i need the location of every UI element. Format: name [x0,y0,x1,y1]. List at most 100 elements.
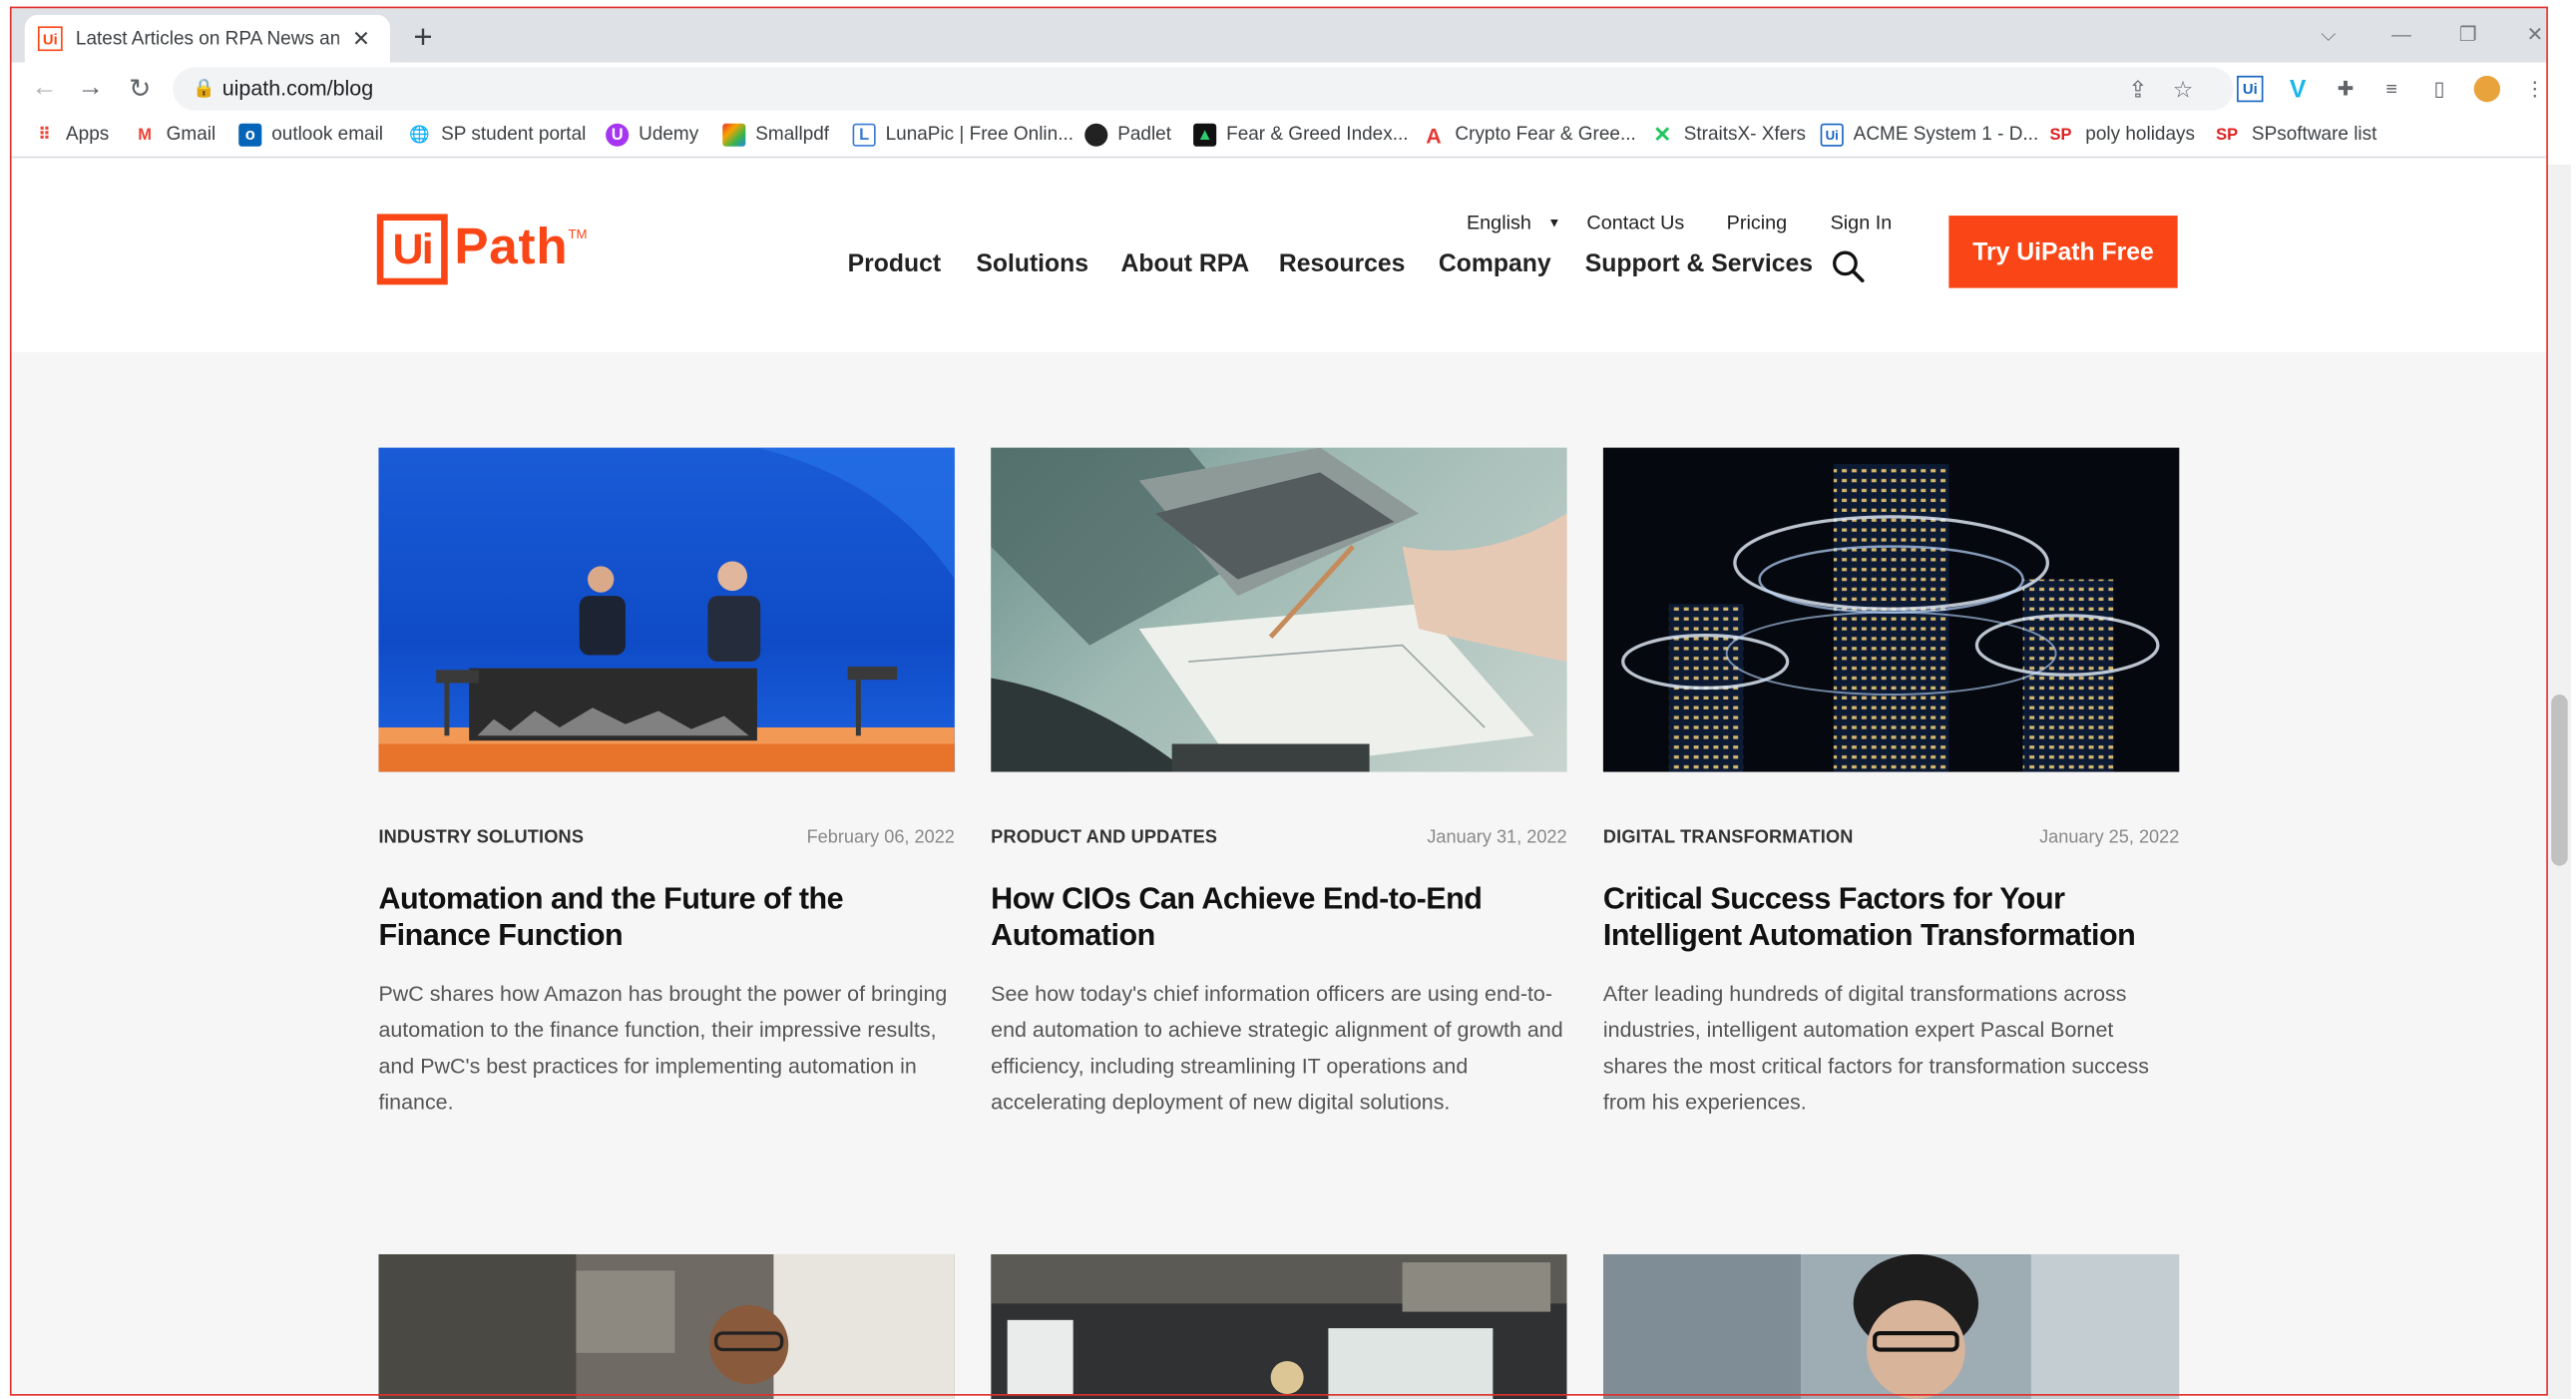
article-description: See how today's chief information office… [991,981,1563,1115]
address-bar[interactable]: 🔒 uipath.com/blog ⇪ ☆ [173,67,2234,111]
new-tab-button[interactable]: + [403,18,443,58]
bookmark-label: Gmail [166,125,216,146]
bookmark-lunapic[interactable]: L LunaPic | Free Onlin... [852,123,1074,147]
tab-title: Latest Articles on RPA News and [75,28,339,49]
bookmark-outlook[interactable]: o outlook email [238,123,384,147]
article-card[interactable]: INDUSTRY SOLUTIONS February 06, 2022 Aut… [378,447,955,1122]
minimize-icon[interactable]: — [2391,23,2411,46]
reading-list-icon[interactable]: ≡ [2378,76,2404,102]
nav-product[interactable]: Product [848,250,941,278]
sp-icon: SP [2216,126,2239,145]
blog-article-grid: INDUSTRY SOLUTIONS February 06, 2022 Aut… [11,351,2547,1399]
stage-illustration [378,447,955,772]
bookmark-label: LunaPic | Free Onlin... [885,125,1074,146]
tab-strip: Ui Latest Articles on RPA News and ✕ + ⌵… [11,8,2547,63]
pricing-link[interactable]: Pricing [1727,211,1788,233]
bookmark-label: Crypto Fear & Gree... [1455,125,1636,146]
back-icon[interactable]: ← [28,73,61,106]
article-description: PwC shares how Amazon has brought the po… [378,981,948,1115]
vimeo-extension-icon[interactable]: V [2285,75,2311,103]
bookmark-sp-portal[interactable]: 🌐 SP student portal [408,124,586,147]
profile-avatar-icon[interactable] [2473,75,2501,103]
browser-tab[interactable]: Ui Latest Articles on RPA News and ✕ [24,14,391,63]
bookmark-fear-greed[interactable]: ▲ Fear & Greed Index... [1193,123,1409,147]
padlet-icon [1084,123,1108,147]
nav-about-rpa[interactable]: About RPA [1121,250,1250,278]
bookmarks-bar: ⠿ Apps M Gmail o outlook email 🌐 SP stud… [11,115,2547,159]
udemy-icon: U [606,123,630,147]
article-description: After leading hundreds of digital transf… [1602,981,2150,1115]
straitsx-icon: ✕ [1653,122,1672,147]
article-card[interactable]: PRODUCT AND UPDATES January 31, 2022 How… [991,447,1567,1122]
contact-us-link[interactable]: Contact Us [1586,211,1684,233]
alternative-icon: A [1426,122,1442,148]
bookmark-star-icon[interactable]: ☆ [2173,76,2194,104]
article-date: January 25, 2022 [2039,827,2180,848]
bookmark-straitsx[interactable]: ✕ StraitsX- Xfers [1651,122,1807,147]
search-icon[interactable] [1832,250,1865,283]
menu-kebab-icon[interactable]: ⋮ [2521,76,2547,102]
scrollbar-thumb[interactable] [2551,695,2568,866]
bookmark-smallpdf[interactable]: Smallpdf [722,123,829,147]
lock-icon: 🔒 [193,79,215,99]
globe-icon: 🌐 [409,126,430,145]
nav-company[interactable]: Company [1439,250,1551,278]
article-image-office-people[interactable] [378,1253,955,1399]
close-window-icon[interactable]: ✕ [2526,23,2543,46]
bookmark-label: Udemy [639,125,699,146]
bookmark-crypto-fear[interactable]: A Crypto Fear & Gree... [1422,122,1636,148]
article-category[interactable]: INDUSTRY SOLUTIONS [378,828,584,848]
article-title[interactable]: Automation and the Future of the Finance… [378,880,954,953]
gmail-icon: M [138,126,153,145]
office-interior-illustration [991,1253,1567,1399]
bookmark-label: SPsoftware list [2251,125,2377,146]
bookmark-poly-holidays[interactable]: SP poly holidays [2046,124,2195,147]
article-image-laptop-documents[interactable] [991,447,1567,772]
logo-path: Path [454,217,569,275]
reload-icon[interactable]: ↻ [124,73,157,106]
forward-icon[interactable]: → [74,73,107,106]
url-text: uipath.com/blog [221,75,374,101]
article-image-skyscrapers[interactable] [1602,447,2180,772]
try-uipath-free-button[interactable]: Try UiPath Free [1948,216,2178,288]
bookmark-padlet[interactable]: Padlet [1084,123,1171,147]
acme-icon: Ui [1820,123,1844,147]
nav-resources[interactable]: Resources [1279,250,1406,278]
nav-support-services[interactable]: Support & Services [1585,250,1813,278]
lunapic-icon: L [852,123,876,147]
side-panel-icon[interactable]: ▯ [2426,76,2452,102]
language-label: English [1466,211,1531,234]
restore-icon[interactable]: ❐ [2459,23,2477,46]
bookmark-gmail[interactable]: M Gmail [134,124,216,147]
article-title[interactable]: How CIOs Can Achieve End-to-End Automati… [991,880,1566,953]
bookmark-acme[interactable]: Ui ACME System 1 - D... [1820,123,2038,147]
bookmark-label: StraitsX- Xfers [1683,125,1807,146]
site-header: Ui Path TM English ▼ Contact Us Pricing … [11,164,2547,352]
article-date: January 31, 2022 [1427,827,1567,848]
tab-search-icon[interactable]: ⌵ [2321,23,2336,48]
extensions-puzzle-icon[interactable]: ✚ [2333,76,2359,102]
article-image-man-glasses[interactable] [1602,1253,2180,1399]
bookmark-label: poly holidays [2085,125,2195,146]
article-image-office-interior[interactable] [991,1253,1567,1399]
bookmark-spsoftware[interactable]: SP SPsoftware list [2212,124,2376,147]
bookmark-label: Fear & Greed Index... [1226,125,1409,146]
bookmark-udemy[interactable]: U Udemy [606,123,699,147]
article-title[interactable]: Critical Success Factors for Your Intell… [1603,880,2179,953]
uipath-logo[interactable]: Ui Path TM [376,214,588,285]
share-icon[interactable]: ⇪ [2128,76,2147,104]
close-tab-icon[interactable]: ✕ [352,26,370,52]
article-category[interactable]: DIGITAL TRANSFORMATION [1603,828,1854,848]
uipath-extension-icon[interactable]: Ui [2237,75,2264,103]
language-selector[interactable]: English ▼ [1467,211,1561,233]
bookmark-apps[interactable]: ⠿ Apps [33,124,109,147]
article-category[interactable]: PRODUCT AND UPDATES [991,828,1217,848]
sign-in-link[interactable]: Sign In [1831,211,1893,233]
article-card[interactable]: DIGITAL TRANSFORMATION January 25, 2022 … [1602,447,2180,1122]
nav-solutions[interactable]: Solutions [976,250,1088,278]
page-scrollbar[interactable] [2547,164,2571,1399]
article-image-stage-panel[interactable] [378,447,955,772]
logo-tm: TM [568,227,588,242]
bookmark-label: outlook email [271,125,384,146]
logo-ui: Ui [376,214,448,285]
